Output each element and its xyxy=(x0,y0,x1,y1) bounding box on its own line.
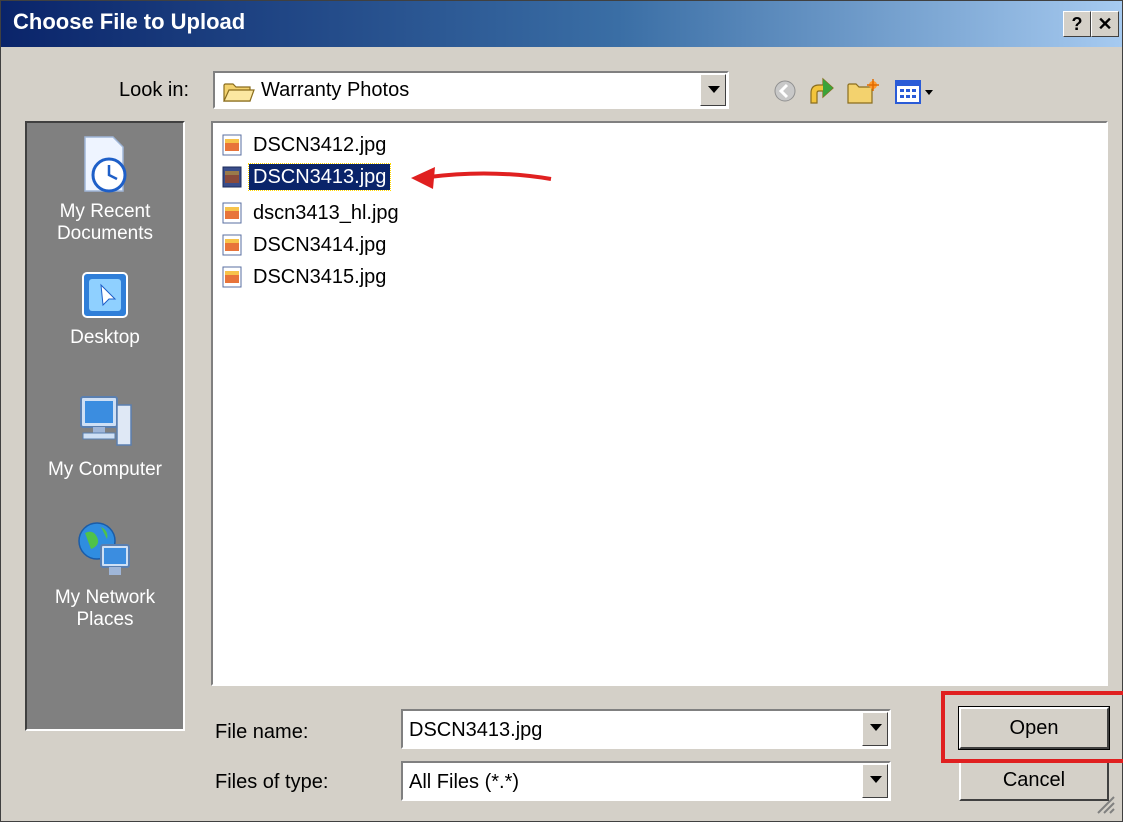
recent-documents-icon xyxy=(84,136,127,193)
place-desktop[interactable]: Desktop xyxy=(27,269,183,349)
chevron-down-icon[interactable] xyxy=(700,74,726,106)
jpg-file-icon xyxy=(222,134,242,156)
jpg-file-icon xyxy=(222,166,242,188)
file-list[interactable]: DSCN3412.jpg DSCN3413.jpg dscn3413_hl.jp… xyxy=(211,121,1108,686)
chevron-down-icon[interactable] xyxy=(862,764,888,798)
place-my-computer[interactable]: My Computer xyxy=(27,391,183,481)
back-icon[interactable] xyxy=(773,79,797,103)
file-item[interactable]: DSCN3415.jpg xyxy=(221,263,390,291)
file-name: dscn3413_hl.jpg xyxy=(253,202,399,224)
annotation-highlight-box xyxy=(941,691,1123,763)
file-type-value: All Files (*.*) xyxy=(409,771,520,793)
close-button[interactable]: ✕ xyxy=(1091,11,1119,37)
chevron-down-icon[interactable] xyxy=(862,712,888,746)
file-item[interactable]: DSCN3412.jpg xyxy=(221,131,390,159)
place-my-network[interactable]: My Network Places xyxy=(27,519,183,631)
place-recent-documents[interactable]: My Recent Documents xyxy=(27,135,183,245)
desktop-icon xyxy=(82,272,128,318)
my-computer-icon xyxy=(80,396,132,446)
file-name: DSCN3412.jpg xyxy=(253,134,387,156)
help-button[interactable]: ? xyxy=(1063,11,1091,37)
up-folder-icon[interactable] xyxy=(807,75,835,105)
file-item[interactable]: dscn3413_hl.jpg xyxy=(221,199,403,227)
file-item-selected[interactable]: DSCN3413.jpg xyxy=(221,163,392,191)
file-name: DSCN3415.jpg xyxy=(253,266,387,288)
file-name-label: File name: xyxy=(215,721,309,743)
file-type-label: Files of type: xyxy=(215,771,329,793)
jpg-file-icon xyxy=(222,266,242,288)
file-name: DSCN3414.jpg xyxy=(253,234,387,256)
file-upload-dialog: Choose File to Upload ? ✕ Look in: Warra… xyxy=(0,0,1123,822)
look-in-dropdown[interactable]: Warranty Photos xyxy=(213,71,729,109)
file-type-dropdown[interactable]: All Files (*.*) xyxy=(401,761,891,801)
place-label: Desktop xyxy=(70,327,140,348)
place-label: My Network Places xyxy=(54,587,156,630)
title-bar[interactable]: Choose File to Upload ? ✕ xyxy=(1,1,1122,47)
network-places-icon xyxy=(78,522,130,575)
jpg-file-icon xyxy=(222,234,242,256)
view-menu-icon[interactable] xyxy=(895,79,941,105)
file-name-input[interactable]: DSCN3413.jpg xyxy=(401,709,891,749)
new-folder-icon[interactable] xyxy=(847,79,879,105)
dialog-title: Choose File to Upload xyxy=(13,9,246,34)
folder-icon xyxy=(223,83,255,102)
look-in-label: Look in: xyxy=(119,79,190,101)
look-in-value: Warranty Photos xyxy=(261,79,410,101)
file-item[interactable]: DSCN3414.jpg xyxy=(221,231,390,259)
annotation-arrow-icon xyxy=(411,167,552,189)
resize-grip-icon[interactable] xyxy=(1094,793,1116,815)
place-label: My Computer xyxy=(47,459,163,480)
place-label: My Recent Documents xyxy=(56,201,154,244)
jpg-file-icon xyxy=(222,202,242,224)
file-name: DSCN3413.jpg xyxy=(247,163,392,191)
file-name-value: DSCN3413.jpg xyxy=(409,719,543,741)
places-bar: My Recent Documents Desktop My Computer xyxy=(25,121,185,731)
cancel-button[interactable]: Cancel xyxy=(959,759,1109,801)
